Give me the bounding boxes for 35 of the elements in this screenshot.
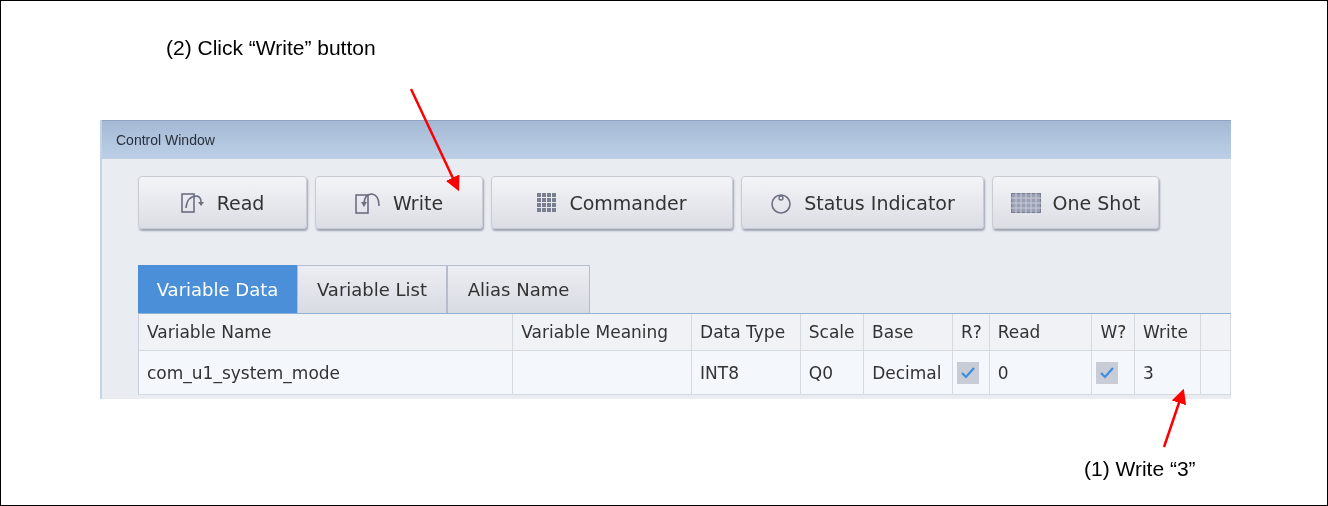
- table-cell: 0: [989, 351, 1093, 395]
- column-header: Read: [989, 314, 1093, 351]
- toolbar-button[interactable]: Commander: [491, 176, 733, 229]
- table-cell: Decimal: [864, 351, 954, 395]
- annotation-text: (1) Write “3”: [1084, 457, 1196, 480]
- grid-icon: [537, 192, 558, 213]
- tab[interactable]: Alias Name: [447, 265, 590, 313]
- dial-icon: [770, 191, 793, 214]
- checkbox[interactable]: [957, 361, 980, 384]
- column-header: Data Type: [692, 314, 801, 351]
- toolbar-button[interactable]: Status Indicator: [741, 176, 984, 229]
- column-header: W?: [1092, 314, 1135, 351]
- toolbar-button[interactable]: Read: [138, 176, 307, 229]
- annotation-text: (2) Click “Write” button: [166, 36, 376, 59]
- table-cell: com_u1_system_mode: [139, 351, 514, 395]
- checkmark-icon: [960, 365, 977, 380]
- arrow: [1162, 388, 1187, 448]
- toolbar-button[interactable]: Write: [315, 176, 483, 229]
- window-title: Control Window: [116, 132, 215, 148]
- column-header: Variable Name: [139, 314, 514, 351]
- toolbar-button[interactable]: One Shot: [992, 176, 1159, 229]
- checkbox[interactable]: [1096, 361, 1119, 384]
- document-arrow-icon: [180, 191, 205, 214]
- table-cell: Q0: [800, 351, 865, 395]
- table-icon: [1010, 192, 1041, 213]
- column-header: Write: [1135, 314, 1202, 351]
- table-cell: INT8: [692, 351, 801, 395]
- column-header: Variable Meaning: [513, 314, 693, 351]
- document-arrow-icon: [354, 191, 381, 214]
- column-header: R?: [953, 314, 990, 351]
- checkmark-icon: [1099, 365, 1116, 380]
- column-header: Base: [864, 314, 954, 351]
- column-header: Scale: [800, 314, 865, 351]
- table-cell: 3: [1135, 351, 1202, 395]
- tab[interactable]: Variable List: [297, 265, 447, 313]
